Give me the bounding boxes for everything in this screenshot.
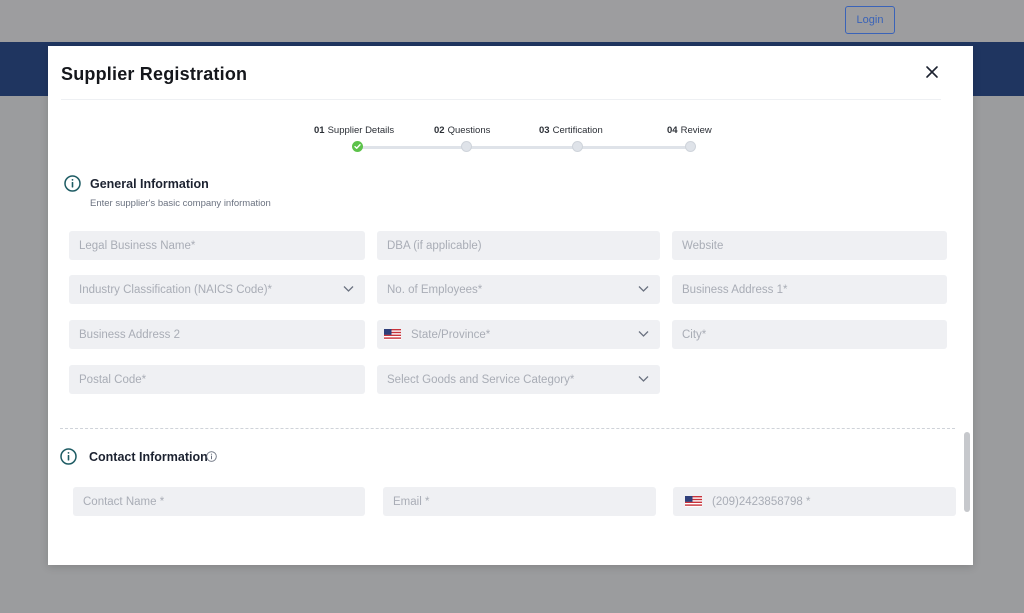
placeholder: (209)2423858798 * xyxy=(712,495,811,508)
step-1-check-icon xyxy=(352,141,363,152)
phone-input[interactable]: (209)2423858798 * xyxy=(673,487,956,516)
business-address-2-input[interactable]: Business Address 2 xyxy=(69,320,365,349)
chevron-down-icon xyxy=(638,331,649,337)
step-2-label[interactable]: 02 Questions xyxy=(434,125,490,136)
info-icon xyxy=(64,175,81,192)
info-icon xyxy=(60,448,77,465)
city-input[interactable]: City* xyxy=(672,320,947,349)
step-2-dot-icon xyxy=(461,141,472,152)
postal-code-input[interactable]: Postal Code* xyxy=(69,365,365,394)
business-address-1-input[interactable]: Business Address 1* xyxy=(672,275,947,304)
section-divider xyxy=(60,428,955,429)
placeholder: Business Address 1* xyxy=(682,283,788,296)
website-input[interactable]: Website xyxy=(672,231,947,260)
general-info-title: General Information xyxy=(90,177,209,191)
state-select[interactable]: State/Province* xyxy=(377,320,660,349)
modal-scrollbar[interactable] xyxy=(964,432,970,512)
chevron-down-icon xyxy=(343,286,354,292)
step-3-label[interactable]: 03 Certification xyxy=(539,125,603,136)
us-flag-icon xyxy=(685,496,702,507)
dba-input[interactable]: DBA (if applicable) xyxy=(377,231,660,260)
placeholder: Legal Business Name* xyxy=(79,239,196,252)
placeholder: Industry Classification (NAICS Code)* xyxy=(79,283,273,296)
supplier-registration-modal: Supplier Registration 01 Supplier Details… xyxy=(48,46,973,565)
step-4-label[interactable]: 04 Review xyxy=(667,125,712,136)
step-connector xyxy=(357,146,467,149)
us-flag-icon xyxy=(384,329,401,340)
contact-name-input[interactable]: Contact Name * xyxy=(73,487,365,516)
step-4-dot-icon xyxy=(685,141,696,152)
placeholder: Select Goods and Service Category* xyxy=(387,373,575,386)
step-connector xyxy=(578,146,691,149)
goods-service-category-select[interactable]: Select Goods and Service Category* xyxy=(377,365,660,394)
close-icon[interactable] xyxy=(924,64,940,80)
login-button[interactable]: Login xyxy=(845,6,895,34)
step-connector xyxy=(467,146,578,149)
modal-title: Supplier Registration xyxy=(61,64,248,84)
legal-business-name-input[interactable]: Legal Business Name* xyxy=(69,231,365,260)
placeholder: Contact Name * xyxy=(83,495,165,508)
step-3-dot-icon xyxy=(572,141,583,152)
placeholder: Website xyxy=(682,239,724,252)
info-tooltip-icon[interactable] xyxy=(206,451,217,462)
naics-select[interactable]: Industry Classification (NAICS Code)* xyxy=(69,275,365,304)
placeholder: State/Province* xyxy=(411,328,491,341)
general-info-subtitle: Enter supplier's basic company informati… xyxy=(90,198,271,209)
chevron-down-icon xyxy=(638,286,649,292)
placeholder: Email * xyxy=(393,495,430,508)
placeholder: No. of Employees* xyxy=(387,283,483,296)
step-1-label[interactable]: 01 Supplier Details xyxy=(314,125,394,136)
chevron-down-icon xyxy=(638,376,649,382)
email-input[interactable]: Email * xyxy=(383,487,656,516)
placeholder: DBA (if applicable) xyxy=(387,239,482,252)
contact-info-title: Contact Information xyxy=(89,450,208,464)
placeholder: Postal Code* xyxy=(79,373,147,386)
header-divider xyxy=(61,99,941,100)
placeholder: Business Address 2 xyxy=(79,328,181,341)
placeholder: City* xyxy=(682,328,707,341)
employees-select[interactable]: No. of Employees* xyxy=(377,275,660,304)
